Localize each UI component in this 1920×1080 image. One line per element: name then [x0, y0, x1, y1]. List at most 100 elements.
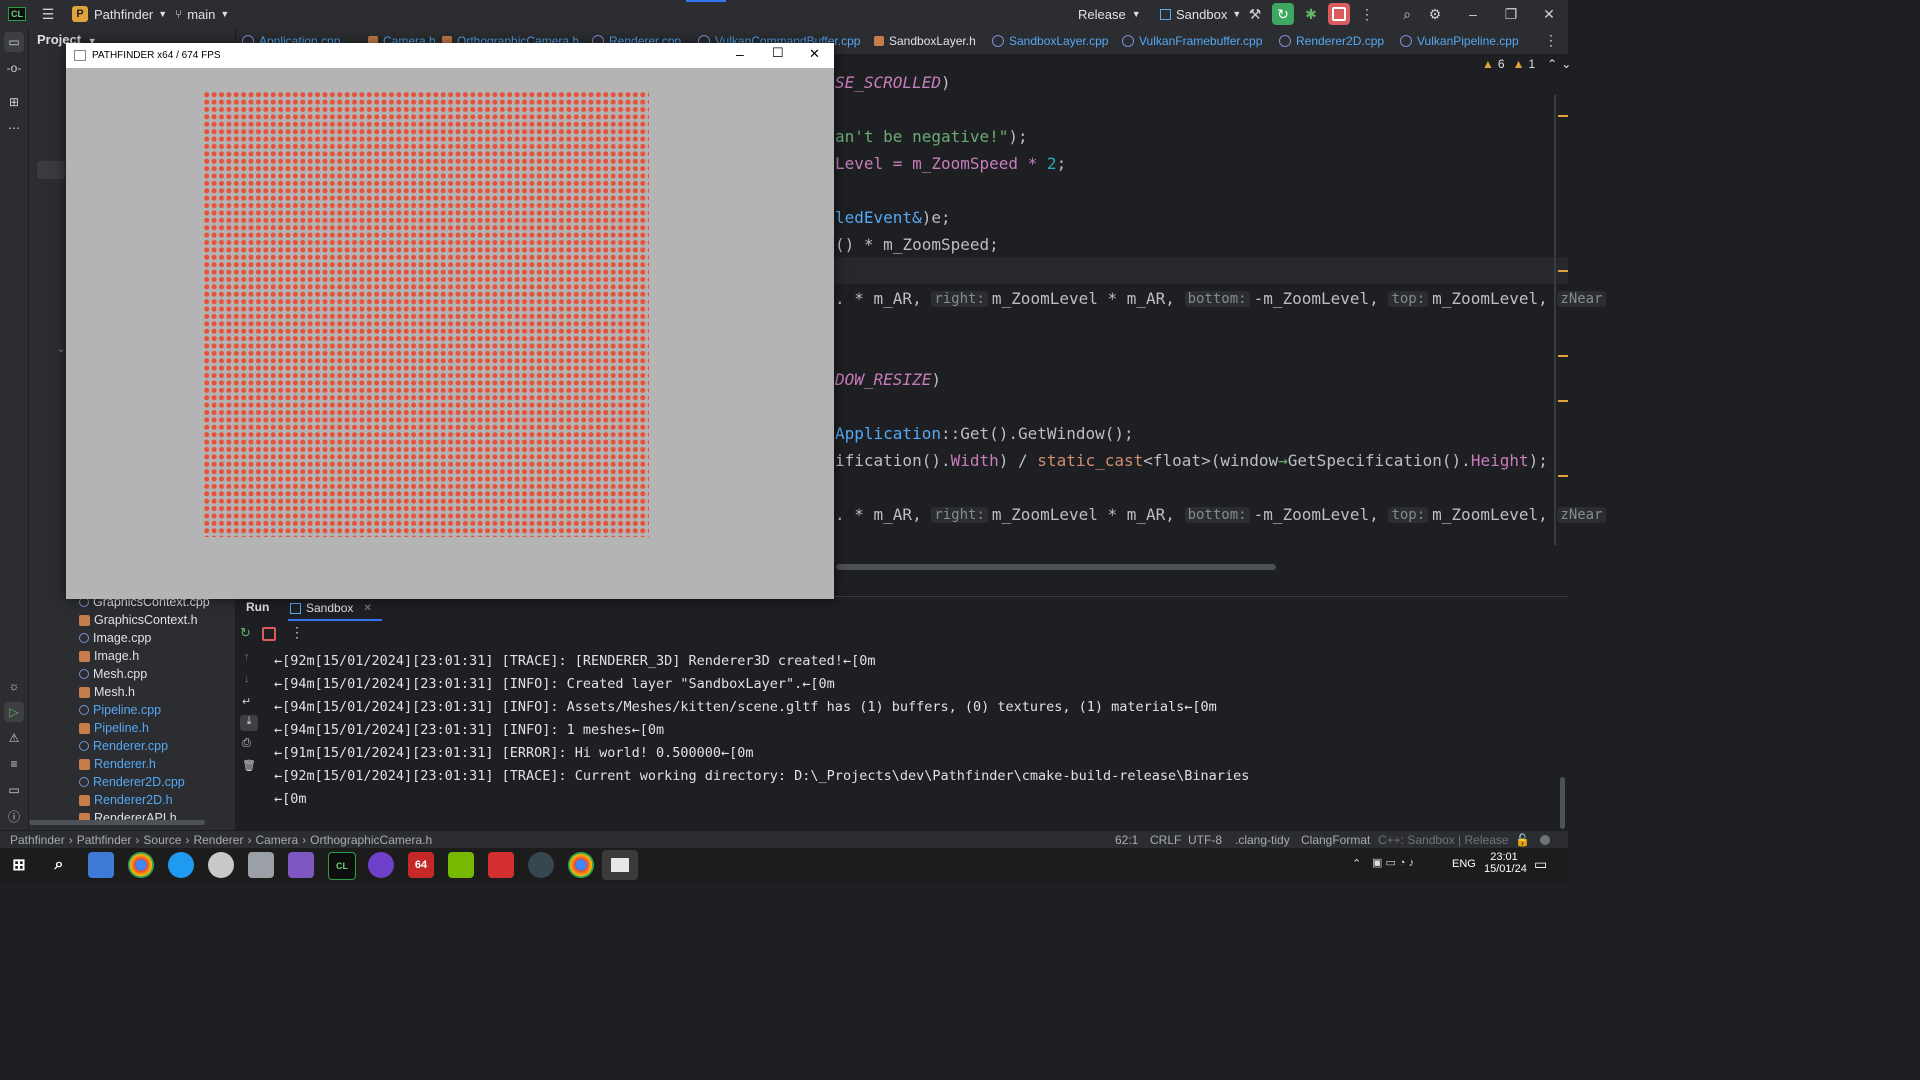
next-highlight-icon[interactable]: ⌄ — [1561, 57, 1571, 71]
github-app-icon[interactable] — [368, 852, 394, 878]
clang-tidy-indicator[interactable]: .clang-tidy — [1235, 831, 1290, 849]
run-tool-icon[interactable]: ▷ — [4, 702, 24, 722]
main-menu-icon[interactable]: ☰ — [37, 3, 59, 25]
maximize-icon[interactable]: ☐ — [772, 45, 784, 61]
rerun-icon[interactable]: ↻ — [1272, 3, 1294, 25]
app-icon[interactable] — [208, 852, 234, 878]
minimize-icon[interactable]: – — [1462, 3, 1484, 25]
tree-item[interactable]: Renderer.h — [79, 755, 156, 773]
search-icon[interactable]: ⌕ — [46, 852, 72, 878]
notification-center-icon[interactable]: ▭ — [1534, 856, 1547, 873]
settings-gear-icon[interactable]: ⚙ — [1424, 3, 1446, 25]
debug-bug-icon[interactable]: ✱ — [1300, 3, 1322, 25]
pathfinder-game-window[interactable]: PATHFINDER x64 / 674 FPS – ☐ ✕ — [66, 43, 834, 599]
app-icon[interactable] — [488, 852, 514, 878]
breadcrumb-item[interactable]: Pathfinder — [77, 833, 132, 847]
collapse-chevron-icon[interactable]: ⌄ — [57, 344, 65, 355]
close-tab-icon[interactable]: ✕ — [363, 603, 371, 614]
memory-indicator-icon[interactable] — [1540, 831, 1550, 849]
build-hammer-icon[interactable]: ⚒ — [1244, 3, 1266, 25]
restore-icon[interactable]: ❐ — [1500, 3, 1522, 25]
rerun-icon[interactable]: ↻ — [240, 625, 251, 641]
notifications-icon[interactable]: ⓘ — [4, 806, 24, 826]
close-icon[interactable]: ✕ — [1538, 3, 1560, 25]
resolve-context[interactable]: C++: Sandbox | Release — [1378, 831, 1509, 849]
breadcrumb-item[interactable]: Pathfinder — [10, 833, 65, 847]
console-scrollbar[interactable] — [1560, 777, 1565, 829]
clock[interactable]: 23:01 15/01/24 — [1484, 851, 1527, 875]
nvidia-app-icon[interactable] — [448, 852, 474, 878]
pathfinder-app-icon[interactable] — [602, 850, 638, 880]
explorer-app-icon[interactable] — [88, 852, 114, 878]
windows-start-icon[interactable]: ⊞ — [6, 852, 32, 878]
tree-item[interactable]: GraphicsContext.h — [79, 611, 198, 629]
chrome-app-icon[interactable] — [128, 852, 154, 878]
error-stripe-mark[interactable] — [1558, 115, 1568, 117]
run-target-selector[interactable]: Sandbox ▼ — [1160, 0, 1241, 28]
editor-tab[interactable]: Renderer2D.cpp — [1279, 28, 1384, 54]
error-stripe-mark[interactable] — [1558, 355, 1568, 357]
line-separator[interactable]: CRLF — [1150, 831, 1181, 849]
soft-wrap-icon[interactable]: ↵ — [242, 695, 251, 708]
editor-tab[interactable]: SandboxLayer.h — [874, 28, 976, 54]
tree-item[interactable]: Pipeline.h — [79, 719, 149, 737]
search-icon[interactable]: ⌕ — [1396, 3, 1418, 25]
clion-app-icon[interactable]: CL — [328, 852, 356, 880]
app-icon[interactable] — [528, 852, 554, 878]
caret-position[interactable]: 62:1 — [1115, 831, 1138, 849]
editor-tab[interactable]: VulkanFramebuffer.cpp — [1122, 28, 1262, 54]
editor-tab[interactable]: VulkanPipeline.cpp — [1400, 28, 1519, 54]
trash-icon[interactable]: 🗑 — [242, 759, 256, 772]
stop-button[interactable] — [1328, 3, 1350, 25]
app-icon[interactable] — [248, 852, 274, 878]
commit-icon[interactable]: -o- — [4, 58, 24, 78]
run-tab-sandbox[interactable]: Sandbox ✕ — [288, 597, 382, 621]
vcs-branch-switcher[interactable]: ⑂ main ▼ — [175, 0, 229, 28]
more-tools-icon[interactable]: ⋯ — [4, 118, 24, 138]
build-config-selector[interactable]: Release ▼ — [1078, 0, 1141, 28]
minimize-icon[interactable]: – — [736, 46, 744, 62]
visual-studio-icon[interactable] — [288, 852, 314, 878]
language-indicator[interactable]: ENG — [1452, 858, 1476, 870]
error-stripe-mark[interactable] — [1558, 270, 1568, 272]
breadcrumb-item[interactable]: Source — [143, 833, 181, 847]
formatter-indicator[interactable]: ClangFormat — [1301, 831, 1370, 849]
error-stripe-mark[interactable] — [1558, 400, 1568, 402]
app-icon[interactable] — [168, 852, 194, 878]
tray-overflow-icon[interactable]: ⌃ — [1352, 857, 1361, 870]
more-actions-icon[interactable]: ⋮ — [1356, 3, 1378, 25]
scroll-to-end-icon[interactable]: ⤓ — [240, 715, 258, 731]
error-stripe-mark[interactable] — [1558, 475, 1568, 477]
chrome-app-icon[interactable] — [568, 852, 594, 878]
terminal-icon[interactable]: ▭ — [4, 780, 24, 800]
print-icon[interactable]: ⎙ — [242, 737, 251, 750]
editor-tab[interactable]: SandboxLayer.cpp — [992, 28, 1108, 54]
tree-item[interactable]: Mesh.cpp — [79, 665, 147, 683]
tree-item[interactable]: Renderer.cpp — [79, 737, 168, 755]
more-actions-icon[interactable]: ⋮ — [290, 624, 304, 641]
tab-overflow-icon[interactable]: ⋮ — [1544, 32, 1558, 49]
todo-icon[interactable]: ≡ — [4, 754, 24, 774]
prev-highlight-icon[interactable]: ⌃ — [1547, 57, 1557, 71]
stop-icon[interactable] — [262, 627, 276, 641]
tree-item[interactable]: Mesh.h — [79, 683, 135, 701]
breadcrumb-item[interactable]: Camera — [255, 833, 298, 847]
close-icon[interactable]: ✕ — [809, 46, 820, 62]
lock-icon[interactable]: 🔓 — [1515, 831, 1530, 849]
tray-icons[interactable]: ▣ ▭ ◔ ♪ — [1372, 856, 1414, 869]
editor-h-scrollbar[interactable] — [836, 564, 1276, 570]
tree-item[interactable]: Image.h — [79, 647, 139, 665]
breadcrumb-item[interactable]: Renderer — [193, 833, 243, 847]
structure-icon[interactable]: ⊞ — [4, 92, 24, 112]
up-arrow-icon[interactable]: ↑ — [244, 651, 250, 663]
aida64-app-icon[interactable]: 64 — [408, 852, 434, 878]
services-icon[interactable]: ☼ — [4, 676, 24, 696]
breadcrumb-item[interactable]: OrthographicCamera.h — [310, 833, 432, 847]
tree-item[interactable]: Renderer2D.cpp — [79, 773, 185, 791]
project-switcher[interactable]: P Pathfinder ▼ — [72, 0, 167, 28]
problems-icon[interactable]: ⚠ — [4, 728, 24, 748]
project-folder-icon[interactable]: ▭ — [4, 32, 24, 52]
editor-v-scrollbar[interactable] — [1554, 95, 1556, 545]
down-arrow-icon[interactable]: ↓ — [244, 673, 250, 685]
inspection-widget[interactable]: ▲ 6 ▲ 1 ⌃ ⌄ — [1482, 57, 1571, 71]
